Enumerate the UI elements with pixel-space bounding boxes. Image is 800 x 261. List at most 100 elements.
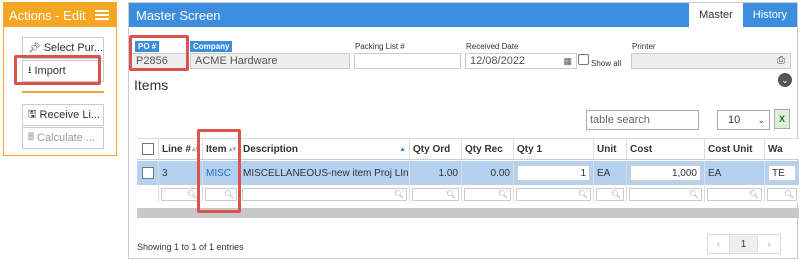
tab-bar: Master History [689, 3, 797, 27]
search-icon: 🔍︎ [610, 189, 621, 199]
highlight-box-item-column [197, 129, 241, 213]
column-header-cost[interactable]: Cost [627, 139, 705, 159]
receive-lines-label: Receive Li... [39, 109, 101, 121]
page-size-value: 10 [728, 114, 741, 126]
menu-icon[interactable] [95, 10, 109, 20]
column-header-qty1-label: Qty 1 [517, 143, 543, 155]
printer-label: Printer [632, 42, 656, 51]
filter-cell-empty [137, 186, 159, 202]
search-icon: 🔍︎ [577, 189, 588, 199]
cost-input[interactable]: 1,000 [630, 165, 701, 181]
row-select-cell [137, 161, 159, 185]
search-icon: 🔍︎ [497, 189, 508, 199]
filter-line-input[interactable]: 🔍︎ [161, 187, 200, 201]
filter-qty1-input[interactable]: 🔍︎ [516, 187, 591, 201]
column-header-cost-unit[interactable]: Cost Unit [705, 139, 765, 159]
column-header-qty-rec-label: Qty Rec [465, 143, 503, 155]
company-label: Company [190, 41, 233, 52]
filter-cell-cost-unit: 🔍︎ [705, 186, 765, 202]
highlight-box-import [14, 55, 101, 85]
sort-asc-icon: ▲ [399, 145, 406, 153]
column-header-cost-label: Cost [630, 143, 653, 155]
search-icon: 🔍︎ [186, 189, 197, 199]
printer-field[interactable] [631, 53, 791, 69]
filter-unit-input[interactable]: 🔍︎ [596, 187, 624, 201]
prev-page-button[interactable]: ‹ [708, 235, 730, 253]
calendar-icon[interactable]: ▦ [563, 56, 572, 67]
cell-unit: EA [594, 161, 627, 185]
filter-warehouse-input[interactable]: 🔍︎ [767, 187, 797, 201]
search-icon: 🔍︎ [688, 189, 699, 199]
items-title: Items [134, 77, 169, 93]
company-field[interactable]: ACME Hardware [190, 53, 350, 69]
row-checkbox[interactable] [141, 167, 154, 179]
select-all-checkbox[interactable] [141, 143, 154, 155]
pin-icon: 📌︎ [28, 42, 41, 54]
actions-divider [22, 91, 104, 93]
column-header-cost-unit-label: Cost Unit [708, 143, 753, 155]
filter-description-input[interactable]: 🔍︎ [242, 187, 407, 201]
page-size-select[interactable]: 10 ⌄ [717, 110, 770, 130]
receive-lines-button[interactable]: 🖫 Receive Li... [22, 104, 104, 126]
filter-cell-description: 🔍︎ [240, 186, 410, 202]
actions-panel: Actions - Edit 📌︎ Select Pur... ⭳ Import… [3, 2, 117, 156]
filter-cell-qty-rec: 🔍︎ [462, 186, 514, 202]
chevron-down-icon: ⌄ [757, 114, 765, 125]
page-title: Master Screen [136, 7, 221, 23]
filter-cost-input[interactable]: 🔍︎ [629, 187, 702, 201]
column-header-description[interactable]: Description ▲ [240, 139, 410, 159]
select-all-cell [137, 139, 159, 159]
filter-qty-rec-input[interactable]: 🔍︎ [464, 187, 511, 201]
column-header-qty1[interactable]: Qty 1 [514, 139, 594, 159]
warehouse-input[interactable]: TE [768, 165, 796, 181]
filter-cell-qty1: 🔍︎ [514, 186, 594, 202]
filter-cost-unit-input[interactable]: 🔍︎ [707, 187, 762, 201]
search-icon: 🔍︎ [445, 189, 456, 199]
pagination: ‹ 1 › [707, 234, 781, 254]
tab-history[interactable]: History [743, 3, 797, 27]
print-icon[interactable]: ⎙ [777, 55, 785, 66]
master-screen: Master Screen Master History PO # P2856 … [128, 2, 799, 259]
filter-cell-qty-ord: 🔍︎ [410, 186, 462, 202]
column-header-warehouse[interactable]: Wa [765, 139, 799, 159]
actions-title: Actions - Edit [9, 7, 86, 23]
filter-cell-unit: 🔍︎ [594, 186, 627, 202]
cell-cost: 1,000 [627, 161, 705, 185]
search-icon: 🔍︎ [393, 189, 404, 199]
received-date-field[interactable]: 12/08/2022 ▦ [465, 53, 577, 69]
page-button-current[interactable]: 1 [730, 235, 758, 253]
column-header-warehouse-label: Wa [768, 143, 783, 155]
qty1-input[interactable]: 1 [517, 165, 590, 181]
packing-list-field[interactable] [354, 53, 461, 69]
calculator-icon: 🖩 [28, 131, 34, 143]
chevron-down-icon[interactable]: ⌄ [778, 73, 792, 87]
search-icon: 🔍︎ [783, 189, 794, 199]
search-icon: 🔍︎ [748, 189, 759, 199]
column-header-unit-label: Unit [597, 143, 617, 155]
highlight-box-po [129, 35, 189, 71]
table-search-input[interactable]: table search [586, 110, 699, 130]
column-header-qty-ord-label: Qty Ord [413, 143, 451, 155]
column-header-unit[interactable]: Unit [594, 139, 627, 159]
show-all-checkbox[interactable] [578, 54, 589, 65]
table-info: Showing 1 to 1 of 1 entries [137, 242, 244, 252]
cell-qty-rec: 0.00 [462, 161, 514, 185]
filter-cell-warehouse: 🔍︎ [765, 186, 799, 202]
packing-list-label: Packing List # [355, 42, 405, 51]
actions-header: Actions - Edit [4, 3, 116, 27]
excel-export-icon[interactable]: X [774, 109, 790, 129]
received-date-label: Received Date [466, 42, 519, 51]
cell-warehouse: TE [765, 161, 799, 185]
tab-master[interactable]: Master [689, 3, 743, 27]
cell-qty1: 1 [514, 161, 594, 185]
show-all-label: Show all [591, 59, 622, 68]
next-page-button[interactable]: › [758, 235, 780, 253]
main-header: Master Screen Master History [129, 3, 797, 27]
calculate-label: Calculate ... [37, 132, 96, 144]
column-header-qty-rec[interactable]: Qty Rec [462, 139, 514, 159]
select-purchase-label: Select Pur... [43, 42, 104, 54]
column-header-line-label: Line # [162, 143, 191, 155]
calculate-button[interactable]: 🖩 Calculate ... [22, 127, 104, 149]
column-header-qty-ord[interactable]: Qty Ord [410, 139, 462, 159]
filter-qty-ord-input[interactable]: 🔍︎ [412, 187, 459, 201]
